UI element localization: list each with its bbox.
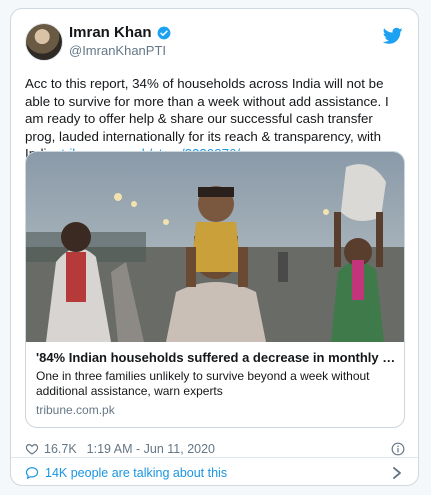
speech-bubble-icon [25, 466, 39, 479]
heart-icon[interactable] [25, 442, 39, 456]
card-title[interactable]: '84% Indian households suffered a decrea… [36, 350, 396, 365]
card-description: One in three families unlikely to surviv… [36, 369, 370, 398]
conversation-footer[interactable]: 14K people are talking about this [11, 457, 418, 485]
chevron-right-icon[interactable] [392, 467, 402, 479]
tweet-text: Acc to this report, 34% of households ac… [25, 75, 405, 163]
talking-count-link[interactable]: 14K people are talking about this [45, 466, 227, 480]
link-preview-card[interactable]: '84% Indian households suffered a decrea… [25, 151, 405, 428]
tweet-embed: Imran Khan @ImranKhanPTI Acc to this rep… [10, 8, 419, 486]
twitter-bird-icon[interactable] [383, 27, 403, 45]
card-body[interactable]: '84% Indian households suffered a decrea… [26, 342, 404, 425]
info-icon[interactable] [391, 442, 405, 456]
card-photo [26, 152, 404, 342]
verified-badge-icon [157, 26, 170, 39]
tweet-header: Imran Khan @ImranKhanPTI [25, 23, 405, 63]
author-handle[interactable]: @ImranKhanPTI [69, 43, 166, 58]
author-name-row[interactable]: Imran Khan [69, 24, 171, 41]
avatar[interactable] [25, 23, 63, 61]
timestamp[interactable]: 1:19 AM - Jun 11, 2020 [87, 442, 215, 456]
like-count[interactable]: 16.7K [44, 442, 77, 456]
author-name[interactable]: Imran Khan [69, 24, 152, 41]
card-domain: tribune.com.pk [36, 403, 115, 417]
tweet-meta: 16.7K 1:19 AM - Jun 11, 2020 [25, 440, 405, 458]
